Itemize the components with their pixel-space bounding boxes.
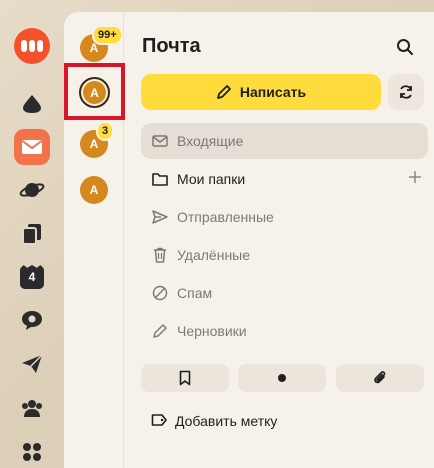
- folder-spam[interactable]: Спам: [141, 275, 428, 311]
- rail-all-services-button[interactable]: [14, 434, 50, 468]
- folder-deleted[interactable]: Удалённые: [141, 237, 428, 273]
- folder-label: Удалённые: [177, 247, 251, 263]
- plus-icon: [409, 171, 421, 183]
- account-selection-highlight: A: [64, 63, 125, 120]
- folder-label: Черновики: [177, 323, 247, 339]
- unread-badge: 3: [96, 121, 115, 141]
- add-label-button[interactable]: Добавить метку: [141, 403, 277, 439]
- folder-label: Отправленные: [177, 209, 274, 225]
- add-folder-button[interactable]: [408, 170, 422, 187]
- paperclip-icon: [374, 371, 386, 384]
- folder-sent[interactable]: Отправленные: [141, 199, 428, 235]
- add-label-text: Добавить метку: [175, 413, 278, 429]
- refresh-icon: [400, 85, 412, 99]
- filter-attachments-button[interactable]: [336, 364, 424, 392]
- dot-icon: [278, 374, 286, 382]
- folder-my-folders[interactable]: Мои папки: [141, 161, 428, 197]
- page-title: Почта: [142, 35, 201, 57]
- app-rail: 4: [0, 0, 64, 468]
- logo-icon: [14, 28, 50, 64]
- paper-plane-icon: [22, 354, 43, 373]
- folder-label: Спам: [177, 285, 213, 301]
- bookmark-icon: [179, 370, 191, 386]
- account-list: A 99+ A A 3 A: [64, 12, 125, 468]
- tag-icon: [151, 413, 167, 430]
- search-icon: [397, 39, 413, 55]
- send-icon: [151, 208, 169, 226]
- account-avatar-4[interactable]: A: [80, 176, 108, 204]
- avatar-initial: A: [90, 85, 99, 100]
- filter-unread-button[interactable]: [238, 364, 326, 392]
- folder-drafts[interactable]: Черновики: [141, 313, 428, 349]
- refresh-button[interactable]: [388, 74, 424, 110]
- chat-bubble-icon: [22, 311, 42, 330]
- filter-bookmarked-button[interactable]: [141, 364, 229, 392]
- envelope-icon: [151, 132, 169, 150]
- rail-calendar-button[interactable]: 4: [14, 259, 50, 295]
- cloud-drop-icon: [23, 95, 41, 113]
- account-avatar-1[interactable]: A 99+: [80, 25, 123, 62]
- envelope-icon: [21, 140, 43, 154]
- trash-icon: [151, 246, 169, 264]
- unread-badge: 99+: [92, 25, 123, 45]
- rail-telemost-button[interactable]: [14, 172, 50, 208]
- planet-icon: [19, 183, 45, 197]
- rail-contacts-button[interactable]: [14, 390, 50, 426]
- yandex-360-logo[interactable]: [14, 28, 50, 64]
- people-icon: [22, 400, 42, 417]
- account-avatar-3[interactable]: A 3: [80, 121, 115, 158]
- compose-label: Написать: [239, 84, 307, 100]
- avatar-initial: A: [89, 137, 99, 151]
- rail-documents-button[interactable]: [14, 216, 50, 252]
- grid-icon: [23, 443, 41, 461]
- rail-send-button[interactable]: [14, 346, 50, 382]
- compose-button[interactable]: Написать: [141, 74, 381, 110]
- search-button[interactable]: [396, 38, 416, 58]
- rail-messenger-button[interactable]: [14, 302, 50, 338]
- account-avatar-2[interactable]: A: [79, 77, 110, 108]
- calendar-icon: 4: [20, 265, 44, 289]
- folder-label: Мои папки: [177, 171, 246, 187]
- rail-mail-button[interactable]: [14, 129, 50, 165]
- folder-icon: [151, 170, 169, 188]
- pencil-icon: [217, 85, 231, 99]
- folder-label: Входящие: [177, 133, 244, 149]
- avatar-initial: A: [89, 183, 99, 197]
- pencil-icon: [151, 322, 169, 340]
- folder-inbox[interactable]: Входящие: [141, 123, 428, 159]
- mail-panel: A 99+ A A 3 A Почта Написать Входящие Мо…: [64, 12, 434, 468]
- rail-disk-button[interactable]: [14, 86, 50, 122]
- block-icon: [151, 284, 169, 302]
- documents-icon: [22, 224, 41, 245]
